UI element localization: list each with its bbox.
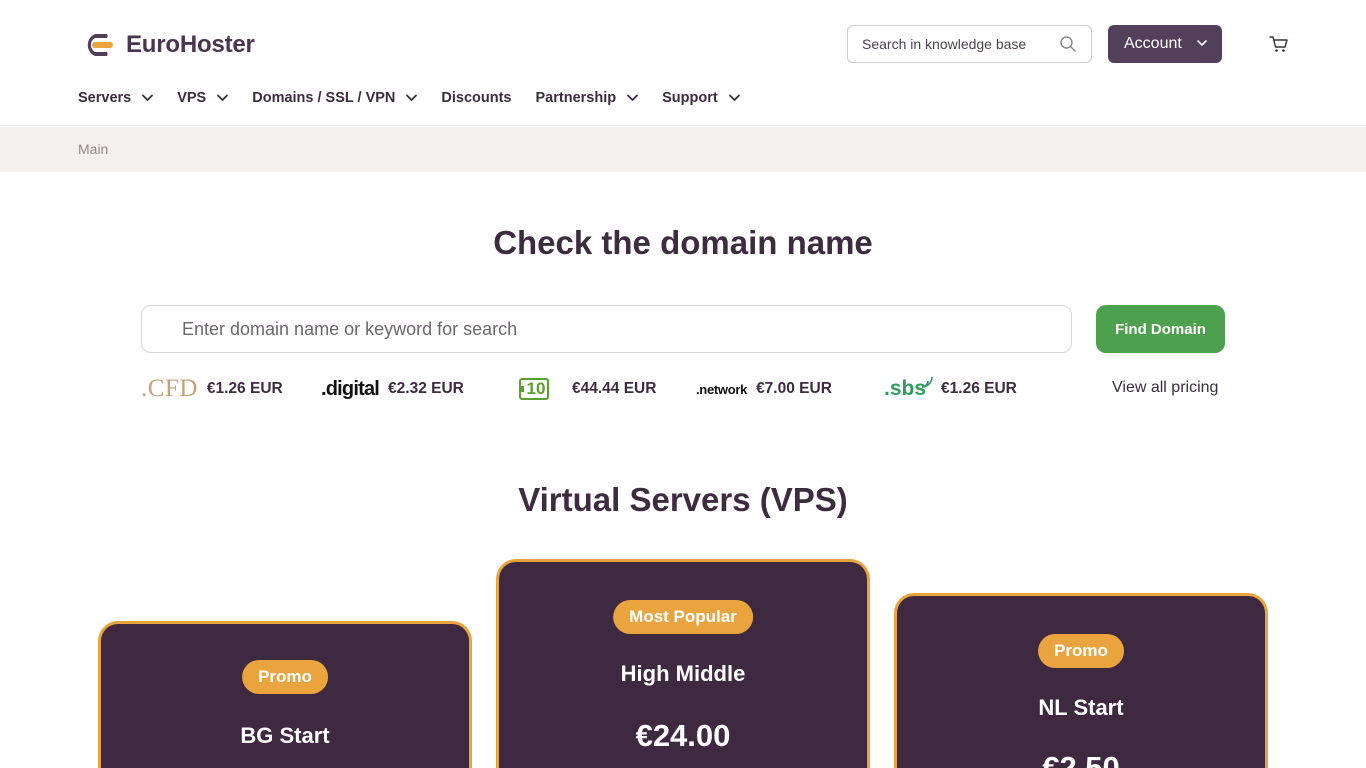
- plan-name: NL Start: [1038, 695, 1124, 720]
- promo-badge: Promo: [242, 660, 328, 694]
- tld-logo-cfd: .CFD: [141, 375, 198, 402]
- promo-badge: Promo: [1038, 634, 1124, 668]
- nav-item-servers[interactable]: Servers: [78, 90, 154, 106]
- nav-item-label: Discounts: [441, 90, 512, 106]
- plan-name: High Middle: [620, 661, 746, 686]
- tld-logo-10: 10: [519, 378, 549, 400]
- tld-price: €7.00 EUR: [756, 380, 832, 397]
- nav-item-label: Support: [662, 90, 718, 106]
- account-button[interactable]: Account: [1108, 25, 1222, 63]
- plan-price: €24.00: [635, 718, 731, 753]
- signal-waves-icon: [921, 376, 933, 388]
- nav-item-partnership[interactable]: Partnership: [536, 90, 639, 106]
- nav-item-label: Domains / SSL / VPN: [252, 90, 396, 106]
- tld-logo-sbs: .sbs: [884, 376, 933, 401]
- tld-item-cfd[interactable]: .CFD €1.26 EUR: [141, 375, 283, 402]
- tld-price: €2.32 EUR: [388, 380, 464, 397]
- chevron-down-icon: [217, 94, 229, 101]
- tld-price: €1.26 EUR: [941, 380, 1017, 397]
- nav-item-label: Servers: [78, 90, 132, 106]
- tld-price: €44.44 EUR: [572, 380, 657, 397]
- chevron-down-icon: [142, 94, 154, 101]
- brand-logo[interactable]: EuroHoster: [79, 31, 255, 59]
- domain-search-input[interactable]: [182, 306, 1042, 352]
- chevron-down-icon: [1197, 40, 1207, 46]
- breadcrumb: Main: [0, 127, 1366, 172]
- nav-item-vps[interactable]: VPS: [177, 90, 229, 106]
- plan-name: BG Start: [240, 723, 330, 748]
- tld-logo-network: .network: [696, 381, 748, 397]
- breadcrumb-current[interactable]: Main: [78, 141, 108, 157]
- domain-search-field[interactable]: [141, 305, 1072, 353]
- tld-price: €1.26 EUR: [206, 380, 283, 397]
- chevron-down-icon: [627, 94, 638, 101]
- knowledge-base-search[interactable]: [847, 25, 1092, 63]
- nav-item-label: VPS: [177, 90, 207, 106]
- vps-section-title: Virtual Servers (VPS): [518, 481, 848, 518]
- vps-plan-card-high-middle[interactable]: Most Popular High Middle €24.00: [496, 559, 870, 768]
- tld-item-network[interactable]: .network €7.00 EUR: [696, 376, 832, 402]
- tld-item-digital[interactable]: .digital €2.32 EUR: [321, 376, 464, 402]
- domain-search-title: Check the domain name: [493, 224, 873, 261]
- search-icon[interactable]: [1059, 35, 1077, 53]
- knowledge-base-search-input[interactable]: [862, 26, 1052, 62]
- vps-plan-card-bg-start[interactable]: Promo BG Start: [98, 621, 472, 768]
- chevron-down-icon: [728, 94, 740, 101]
- nav-item-discounts[interactable]: Discounts: [441, 90, 511, 106]
- chevron-down-icon: [406, 94, 418, 101]
- tld-logo-10-text: 10: [526, 379, 546, 398]
- find-domain-button[interactable]: Find Domain: [1096, 305, 1225, 353]
- nav-item-label: Partnership: [535, 90, 617, 106]
- nav-item-support[interactable]: Support: [662, 90, 740, 106]
- plan-price: €2.50: [1042, 750, 1120, 768]
- eurohoster-logo-icon: [87, 34, 113, 56]
- site-header: EuroHoster Account Servers VPS Domains /…: [0, 0, 1366, 126]
- brand-name: EuroHoster: [126, 31, 255, 58]
- vps-plan-card-nl-start[interactable]: Promo NL Start €2.50: [894, 593, 1268, 768]
- tld-item-sbs[interactable]: .sbs €1.26 EUR: [884, 376, 1017, 402]
- view-all-pricing-link[interactable]: View all pricing: [1112, 379, 1218, 397]
- tld-logo-digital: .digital: [321, 377, 380, 400]
- most-popular-badge: Most Popular: [613, 600, 753, 634]
- tld-item-10[interactable]: 10 €44.44 EUR: [519, 376, 656, 402]
- cart-icon[interactable]: [1269, 35, 1289, 53]
- main-nav: Servers VPS Domains / SSL / VPN Discount…: [78, 88, 764, 108]
- nav-item-domains[interactable]: Domains / SSL / VPN: [252, 90, 418, 106]
- account-button-label: Account: [1124, 35, 1182, 52]
